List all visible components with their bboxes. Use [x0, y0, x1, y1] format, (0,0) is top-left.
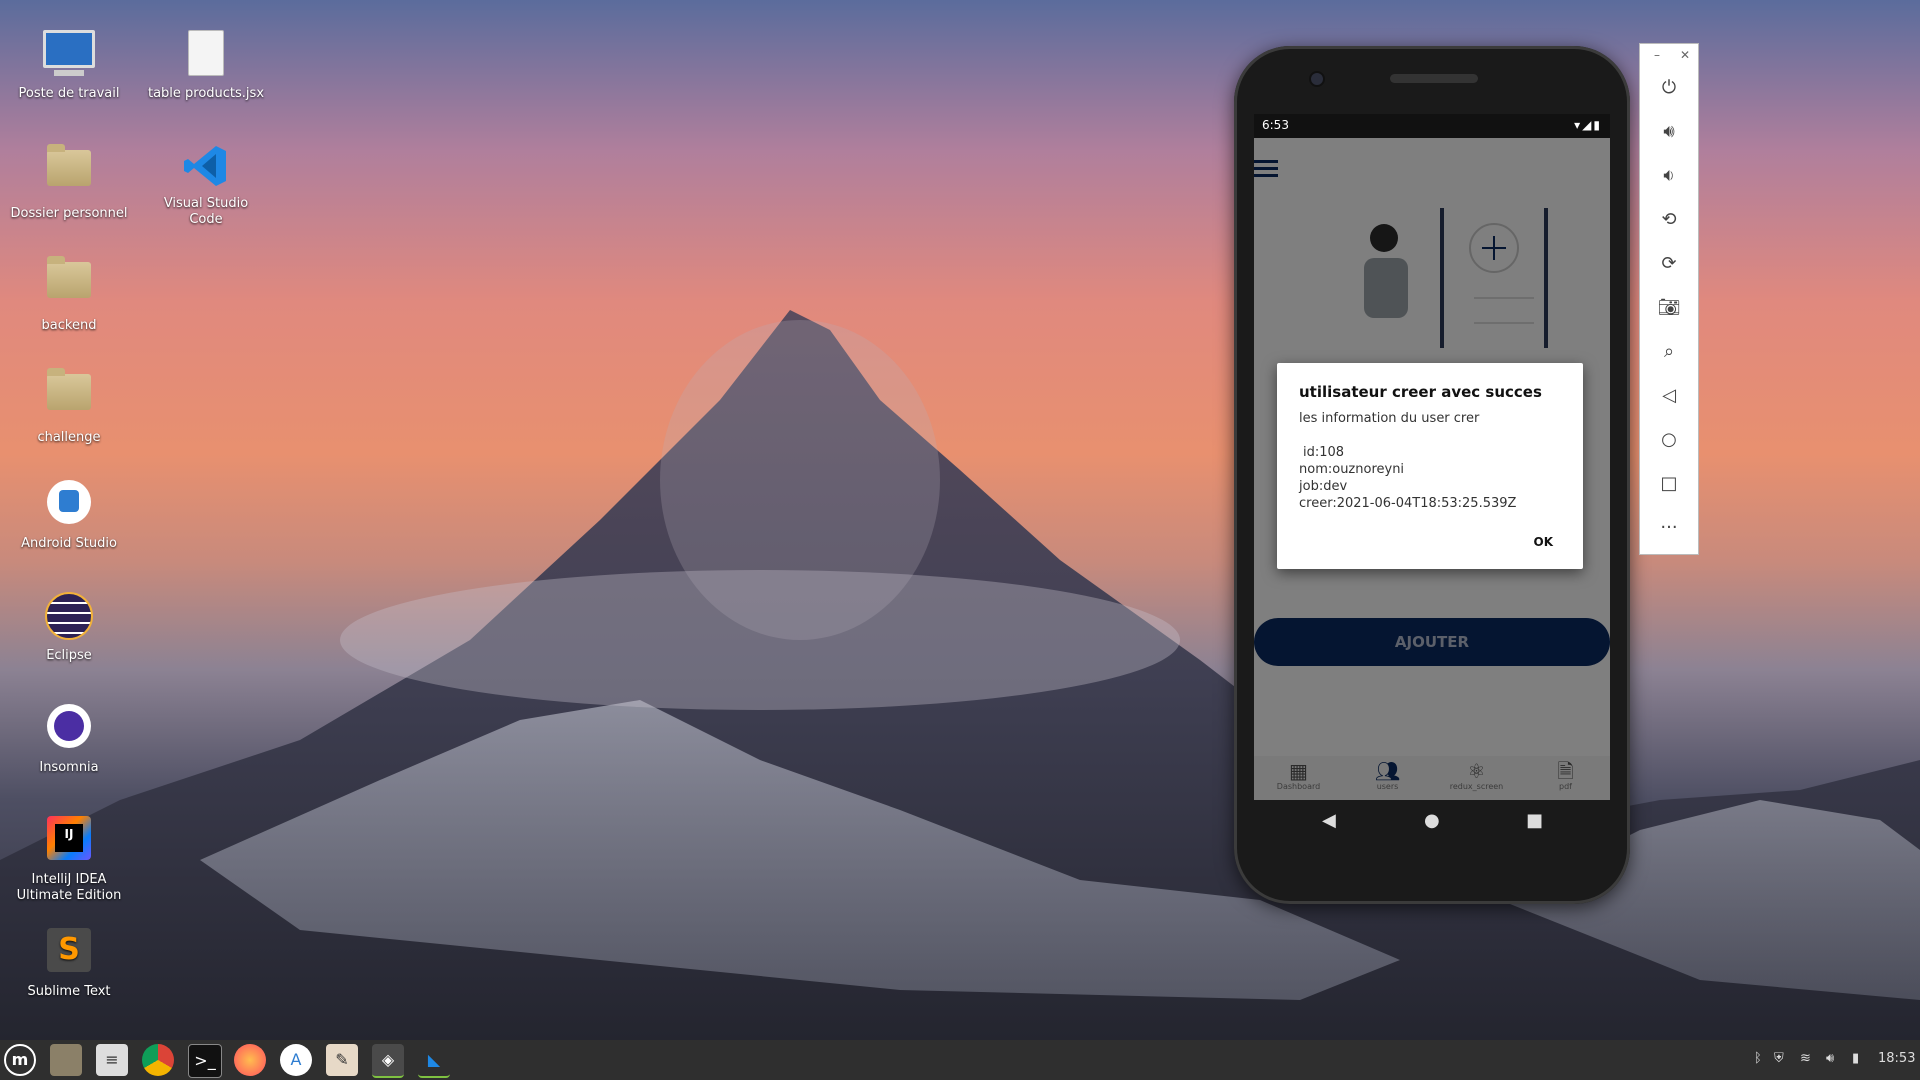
desktop-icon-eclipse[interactable]: Eclipse [4, 588, 134, 664]
vscode-icon [180, 140, 232, 192]
desktop-icon-label: IntelliJ IDEA Ultimate Edition [16, 872, 122, 903]
ok-button[interactable]: OK [1534, 535, 1554, 549]
desktop-icon-backend[interactable]: backend [4, 252, 134, 334]
wifi-icon[interactable]: ≋ [1800, 1051, 1811, 1066]
home-folder-icon [43, 144, 95, 202]
desktop-icon-label: table products.jsx [147, 86, 265, 101]
dialog-job: job:dev [1299, 479, 1348, 494]
taskbar: m ≡ >_ A ✎ ◈ ◣ ᛒ ⛨ ≋ 🔊︎ ▮ 18:53 [0, 1040, 1920, 1080]
desktop-icon-label: Android Studio [21, 536, 117, 551]
camera-icon[interactable]: 📷︎ [1640, 292, 1698, 324]
dialog-nom: nom:ouznoreyni [1299, 462, 1405, 477]
android-studio-icon [43, 480, 95, 532]
android-nav-bar: ◀ ● ■ [1254, 800, 1610, 846]
insomnia-icon [43, 704, 95, 756]
home-nav-button[interactable]: ● [1424, 810, 1440, 831]
recents-nav-button[interactable]: ■ [1526, 810, 1543, 831]
desktop-icon-sublime[interactable]: S Sublime Text [4, 924, 134, 1000]
eclipse-icon [43, 592, 95, 644]
computer-icon [43, 30, 95, 82]
front-camera [1309, 71, 1325, 87]
clock[interactable]: 18:53 [1878, 1051, 1915, 1066]
files-icon[interactable] [50, 1044, 82, 1076]
desktop-icon-intellij[interactable]: IJ IntelliJ IDEA Ultimate Edition [4, 812, 134, 904]
firefox-icon[interactable] [234, 1044, 266, 1076]
chrome-icon[interactable] [142, 1044, 174, 1076]
more-icon[interactable]: ··· [1640, 512, 1698, 544]
volume-icon[interactable]: 🔊︎ [1826, 1051, 1834, 1066]
rotate-left-icon[interactable]: ⟲ [1640, 204, 1698, 236]
desktop-icon-label: Visual Studio Code [163, 196, 249, 227]
mint-menu-icon[interactable]: m [4, 1044, 36, 1076]
volume-up-icon[interactable]: 🔊︎ [1640, 116, 1698, 148]
overview-icon[interactable]: □ [1640, 468, 1698, 500]
text-editor-icon[interactable]: ≡ [96, 1044, 128, 1076]
folder-icon [43, 368, 95, 426]
vscode-taskbar-icon[interactable]: ◣ [418, 1044, 450, 1078]
intellij-icon: IJ [43, 816, 95, 868]
desktop-icon-label: Insomnia [39, 760, 99, 775]
desktop-icon-vscode[interactable]: Visual Studio Code [141, 140, 271, 228]
earpiece-speaker [1390, 74, 1478, 83]
dialog-subtitle: les information du user crer [1299, 411, 1480, 426]
rotate-right-icon[interactable]: ⟳ [1640, 248, 1698, 280]
wallpaper-mountain [0, 310, 1920, 1040]
status-time: 6:53 [1262, 118, 1289, 132]
zoom-icon[interactable]: ⌕ [1640, 336, 1698, 368]
folder-icon [43, 256, 95, 314]
minimize-icon[interactable]: – [1654, 48, 1660, 62]
desktop-icon-label: backend [41, 318, 97, 333]
home-icon[interactable]: ○ [1640, 424, 1698, 456]
desktop-icon-label: Eclipse [46, 648, 92, 663]
desktop-icon-label: Dossier personnel [10, 206, 128, 221]
android-studio-taskbar-icon[interactable]: A [280, 1044, 312, 1076]
volume-down-icon[interactable]: 🔉︎ [1640, 160, 1698, 192]
status-bar: 6:53 ▾◢▮ [1254, 114, 1610, 138]
desktop-icon-challenge[interactable]: challenge [4, 364, 134, 446]
desktop-icon-insomnia[interactable]: Insomnia [4, 700, 134, 776]
shield-icon[interactable]: ⛨ [1774, 1051, 1784, 1066]
back-nav-button[interactable]: ◀ [1322, 810, 1336, 831]
bluetooth-icon[interactable]: ᛒ [1754, 1051, 1762, 1066]
document-icon [180, 30, 232, 82]
desktop-icon-home-folder[interactable]: Dossier personnel [4, 140, 134, 222]
power-icon[interactable]: ⏻ [1640, 72, 1698, 104]
desktop-icon-file[interactable]: table products.jsx [141, 28, 271, 102]
battery-icon[interactable]: ▮ [1852, 1051, 1859, 1066]
success-dialog: utilisateur creer avec succes les inform… [1277, 363, 1583, 569]
status-icons: ▾◢▮ [1574, 118, 1602, 132]
sublime-icon: S [43, 928, 95, 980]
desktop-icon-android-studio[interactable]: Android Studio [4, 476, 134, 552]
emulator-taskbar-icon[interactable]: ◈ [372, 1044, 404, 1078]
terminal-icon[interactable]: >_ [188, 1044, 222, 1078]
emulator-toolbar: – ✕ ⏻ 🔊︎ 🔉︎ ⟲ ⟳ 📷︎ ⌕ ◁ ○ □ ··· [1639, 43, 1699, 555]
dialog-id: id:108 [1303, 445, 1345, 460]
desktop-icon-label: challenge [37, 430, 101, 445]
close-icon[interactable]: ✕ [1680, 48, 1690, 62]
desktop-icon-label: Sublime Text [27, 984, 111, 999]
dialog-creer: creer:2021-06-04T18:53:25.539Z [1299, 496, 1517, 511]
drawing-app-icon[interactable]: ✎ [326, 1044, 358, 1076]
back-icon[interactable]: ◁ [1640, 380, 1698, 412]
desktop-icon-computer[interactable]: Poste de travail [4, 28, 134, 102]
desktop-icon-label: Poste de travail [18, 86, 120, 101]
dialog-title: utilisateur creer avec succes [1299, 383, 1542, 401]
